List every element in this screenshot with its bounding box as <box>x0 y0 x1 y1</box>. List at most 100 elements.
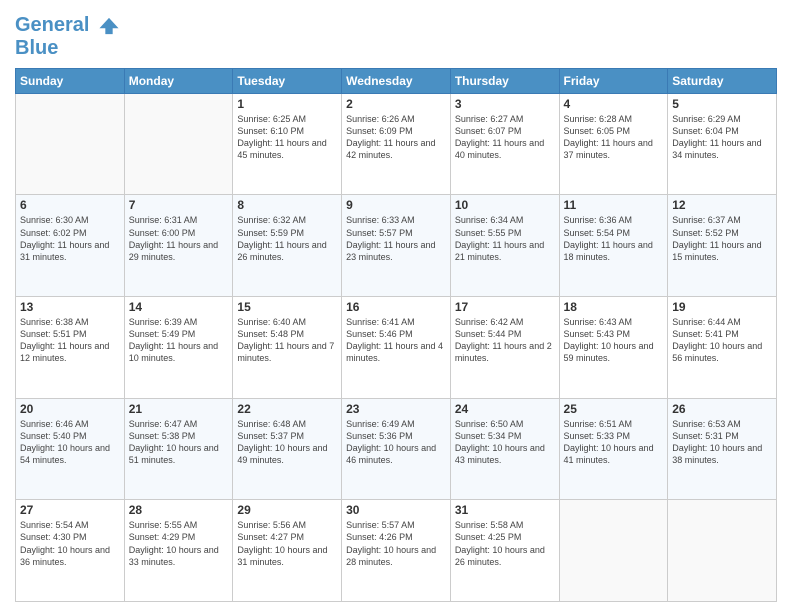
day-number: 21 <box>129 402 229 416</box>
calendar-cell: 3 Sunrise: 6:27 AMSunset: 6:07 PMDaylight… <box>450 93 559 195</box>
calendar-cell: 20 Sunrise: 6:46 AMSunset: 5:40 PMDayligh… <box>16 398 125 500</box>
calendar-cell: 18 Sunrise: 6:43 AMSunset: 5:43 PMDayligh… <box>559 297 668 399</box>
calendar-cell: 30Sunrise: 5:57 AMSunset: 4:26 PMDayligh… <box>342 500 451 602</box>
calendar-cell: 7 Sunrise: 6:31 AMSunset: 6:00 PMDaylight… <box>124 195 233 297</box>
day-info: Sunrise: 6:43 AMSunset: 5:43 PMDaylight:… <box>564 316 664 365</box>
calendar-cell: 19 Sunrise: 6:44 AMSunset: 5:41 PMDayligh… <box>668 297 777 399</box>
day-number: 26 <box>672 402 772 416</box>
weekday-header: Saturday <box>668 68 777 93</box>
weekday-header: Friday <box>559 68 668 93</box>
day-info: Sunrise: 6:53 AMSunset: 5:31 PMDaylight:… <box>672 418 772 467</box>
day-number: 11 <box>564 198 664 212</box>
day-info: Sunrise: 6:40 AMSunset: 5:48 PMDaylight:… <box>237 316 337 365</box>
calendar-cell: 13 Sunrise: 6:38 AMSunset: 5:51 PMDayligh… <box>16 297 125 399</box>
calendar-cell: 23 Sunrise: 6:49 AMSunset: 5:36 PMDayligh… <box>342 398 451 500</box>
logo-text: General <box>15 14 120 37</box>
day-info: Sunrise: 5:57 AMSunset: 4:26 PMDaylight:… <box>346 519 446 568</box>
weekday-header: Tuesday <box>233 68 342 93</box>
day-number: 19 <box>672 300 772 314</box>
day-number: 13 <box>20 300 120 314</box>
day-number: 8 <box>237 198 337 212</box>
calendar-cell: 8 Sunrise: 6:32 AMSunset: 5:59 PMDaylight… <box>233 195 342 297</box>
day-number: 6 <box>20 198 120 212</box>
day-info: Sunrise: 6:33 AMSunset: 5:57 PMDaylight:… <box>346 214 446 263</box>
calendar-table: SundayMondayTuesdayWednesdayThursdayFrid… <box>15 68 777 602</box>
calendar-cell <box>668 500 777 602</box>
day-number: 31 <box>455 503 555 517</box>
calendar-cell: 17Sunrise: 6:42 AMSunset: 5:44 PMDayligh… <box>450 297 559 399</box>
day-number: 15 <box>237 300 337 314</box>
weekday-header: Monday <box>124 68 233 93</box>
calendar-cell: 24 Sunrise: 6:50 AMSunset: 5:34 PMDayligh… <box>450 398 559 500</box>
day-number: 24 <box>455 402 555 416</box>
day-number: 18 <box>564 300 664 314</box>
day-number: 23 <box>346 402 446 416</box>
day-number: 1 <box>237 97 337 111</box>
calendar-cell: 21 Sunrise: 6:47 AMSunset: 5:38 PMDayligh… <box>124 398 233 500</box>
day-info: Sunrise: 6:51 AMSunset: 5:33 PMDaylight:… <box>564 418 664 467</box>
calendar-cell: 2Sunrise: 6:26 AMSunset: 6:09 PMDaylight… <box>342 93 451 195</box>
calendar-cell: 26 Sunrise: 6:53 AMSunset: 5:31 PMDayligh… <box>668 398 777 500</box>
day-number: 28 <box>129 503 229 517</box>
day-number: 5 <box>672 97 772 111</box>
day-info: Sunrise: 6:27 AMSunset: 6:07 PMDaylight:… <box>455 113 555 162</box>
day-info: Sunrise: 5:56 AMSunset: 4:27 PMDaylight:… <box>237 519 337 568</box>
calendar-cell: 12 Sunrise: 6:37 AMSunset: 5:52 PMDayligh… <box>668 195 777 297</box>
calendar-cell: 10 Sunrise: 6:34 AMSunset: 5:55 PMDayligh… <box>450 195 559 297</box>
day-info: Sunrise: 6:50 AMSunset: 5:34 PMDaylight:… <box>455 418 555 467</box>
day-info: Sunrise: 6:41 AMSunset: 5:46 PMDaylight:… <box>346 316 446 365</box>
day-info: Sunrise: 6:32 AMSunset: 5:59 PMDaylight:… <box>237 214 337 263</box>
day-info: Sunrise: 6:28 AMSunset: 6:05 PMDaylight:… <box>564 113 664 162</box>
day-info: Sunrise: 6:49 AMSunset: 5:36 PMDaylight:… <box>346 418 446 467</box>
page: General Blue SundayMondayTuesdayWednesda… <box>0 0 792 612</box>
weekday-header: Sunday <box>16 68 125 93</box>
day-number: 2 <box>346 97 446 111</box>
calendar-cell: 4 Sunrise: 6:28 AMSunset: 6:05 PMDaylight… <box>559 93 668 195</box>
day-number: 12 <box>672 198 772 212</box>
day-info: Sunrise: 5:58 AMSunset: 4:25 PMDaylight:… <box>455 519 555 568</box>
day-info: Sunrise: 6:25 AMSunset: 6:10 PMDaylight:… <box>237 113 337 162</box>
calendar-cell: 6Sunrise: 6:30 AMSunset: 6:02 PMDaylight… <box>16 195 125 297</box>
day-info: Sunrise: 6:37 AMSunset: 5:52 PMDaylight:… <box>672 214 772 263</box>
day-number: 27 <box>20 503 120 517</box>
calendar-cell: 28Sunrise: 5:55 AMSunset: 4:29 PMDayligh… <box>124 500 233 602</box>
day-info: Sunrise: 6:48 AMSunset: 5:37 PMDaylight:… <box>237 418 337 467</box>
calendar-cell: 22 Sunrise: 6:48 AMSunset: 5:37 PMDayligh… <box>233 398 342 500</box>
day-info: Sunrise: 6:46 AMSunset: 5:40 PMDaylight:… <box>20 418 120 467</box>
weekday-header: Thursday <box>450 68 559 93</box>
day-info: Sunrise: 6:31 AMSunset: 6:00 PMDaylight:… <box>129 214 229 263</box>
day-number: 7 <box>129 198 229 212</box>
calendar-cell: 5 Sunrise: 6:29 AMSunset: 6:04 PMDaylight… <box>668 93 777 195</box>
day-number: 10 <box>455 198 555 212</box>
calendar-cell: 25 Sunrise: 6:51 AMSunset: 5:33 PMDayligh… <box>559 398 668 500</box>
calendar-cell <box>124 93 233 195</box>
calendar-cell: 11 Sunrise: 6:36 AMSunset: 5:54 PMDayligh… <box>559 195 668 297</box>
day-number: 20 <box>20 402 120 416</box>
calendar-cell <box>559 500 668 602</box>
calendar-cell: 29Sunrise: 5:56 AMSunset: 4:27 PMDayligh… <box>233 500 342 602</box>
day-info: Sunrise: 6:34 AMSunset: 5:55 PMDaylight:… <box>455 214 555 263</box>
calendar-cell: 31 Sunrise: 5:58 AMSunset: 4:25 PMDayligh… <box>450 500 559 602</box>
day-info: Sunrise: 6:44 AMSunset: 5:41 PMDaylight:… <box>672 316 772 365</box>
day-number: 25 <box>564 402 664 416</box>
calendar-cell: 1 Sunrise: 6:25 AMSunset: 6:10 PMDaylight… <box>233 93 342 195</box>
logo: General Blue <box>15 14 120 60</box>
day-number: 3 <box>455 97 555 111</box>
header: General Blue <box>15 10 777 60</box>
calendar-cell: 27 Sunrise: 5:54 AMSunset: 4:30 PMDayligh… <box>16 500 125 602</box>
day-info: Sunrise: 6:47 AMSunset: 5:38 PMDaylight:… <box>129 418 229 467</box>
day-info: Sunrise: 5:54 AMSunset: 4:30 PMDaylight:… <box>20 519 120 568</box>
day-number: 22 <box>237 402 337 416</box>
day-info: Sunrise: 6:36 AMSunset: 5:54 PMDaylight:… <box>564 214 664 263</box>
calendar-cell: 14Sunrise: 6:39 AMSunset: 5:49 PMDayligh… <box>124 297 233 399</box>
calendar-cell: 9Sunrise: 6:33 AMSunset: 5:57 PMDaylight… <box>342 195 451 297</box>
day-info: Sunrise: 6:38 AMSunset: 5:51 PMDaylight:… <box>20 316 120 365</box>
day-number: 16 <box>346 300 446 314</box>
day-info: Sunrise: 6:42 AMSunset: 5:44 PMDaylight:… <box>455 316 555 365</box>
day-info: Sunrise: 6:29 AMSunset: 6:04 PMDaylight:… <box>672 113 772 162</box>
calendar-cell: 15 Sunrise: 6:40 AMSunset: 5:48 PMDayligh… <box>233 297 342 399</box>
logo-subtext: Blue <box>15 37 120 60</box>
day-info: Sunrise: 6:39 AMSunset: 5:49 PMDaylight:… <box>129 316 229 365</box>
calendar-cell <box>16 93 125 195</box>
day-number: 4 <box>564 97 664 111</box>
